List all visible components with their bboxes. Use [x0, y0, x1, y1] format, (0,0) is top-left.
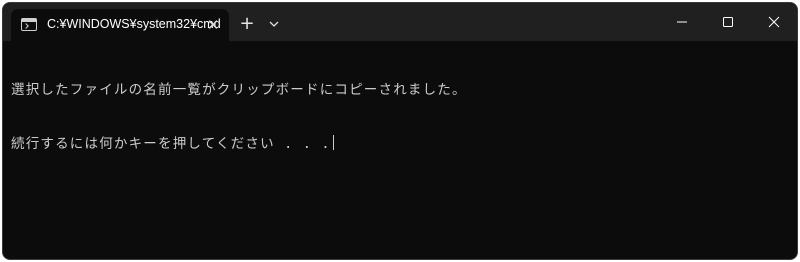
console-line-with-cursor: 続行するには何かキーを押してください . . .	[11, 135, 797, 153]
new-tab-button[interactable]: +	[236, 13, 258, 35]
tab-close-button[interactable]: ✕	[203, 15, 223, 35]
tab-title: C:¥WINDOWS¥system32¥cmd	[47, 17, 221, 31]
window-close-icon	[768, 16, 780, 28]
minimize-button[interactable]	[659, 3, 705, 41]
chevron-down-icon	[269, 21, 279, 27]
tab-dropdown-button[interactable]	[265, 15, 283, 33]
minimize-icon	[677, 21, 687, 23]
terminal-window: C:¥WINDOWS¥system32¥cmd ✕ + 選択したファイルの名前一…	[2, 2, 798, 260]
console-output[interactable]: 選択したファイルの名前一覧がクリップボードにコピーされました。 続行するには何か…	[3, 41, 797, 259]
tab-cmd[interactable]: C:¥WINDOWS¥system32¥cmd ✕	[11, 9, 229, 41]
console-line: 続行するには何かキーを押してください . . .	[11, 136, 331, 152]
console-line: 選択したファイルの名前一覧がクリップボードにコピーされました。	[11, 82, 467, 98]
close-window-button[interactable]	[751, 3, 797, 41]
terminal-icon	[21, 18, 37, 31]
plus-icon: +	[239, 13, 255, 34]
title-bar[interactable]: C:¥WINDOWS¥system32¥cmd ✕ +	[3, 3, 797, 41]
text-cursor	[332, 135, 334, 150]
maximize-button[interactable]	[705, 3, 751, 41]
window-controls	[659, 3, 797, 41]
maximize-icon	[723, 17, 733, 27]
